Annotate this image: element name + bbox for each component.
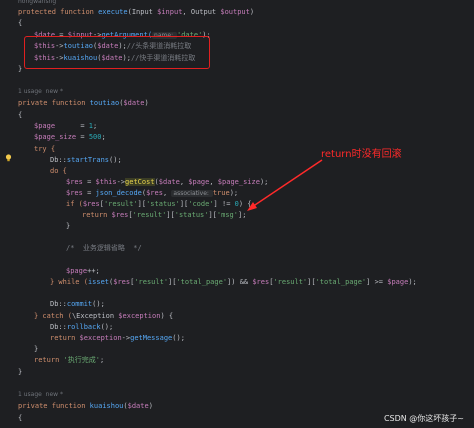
watermark: CSDN @你这坏孩子~ <box>383 414 464 423</box>
arrow-annotation <box>247 159 323 211</box>
